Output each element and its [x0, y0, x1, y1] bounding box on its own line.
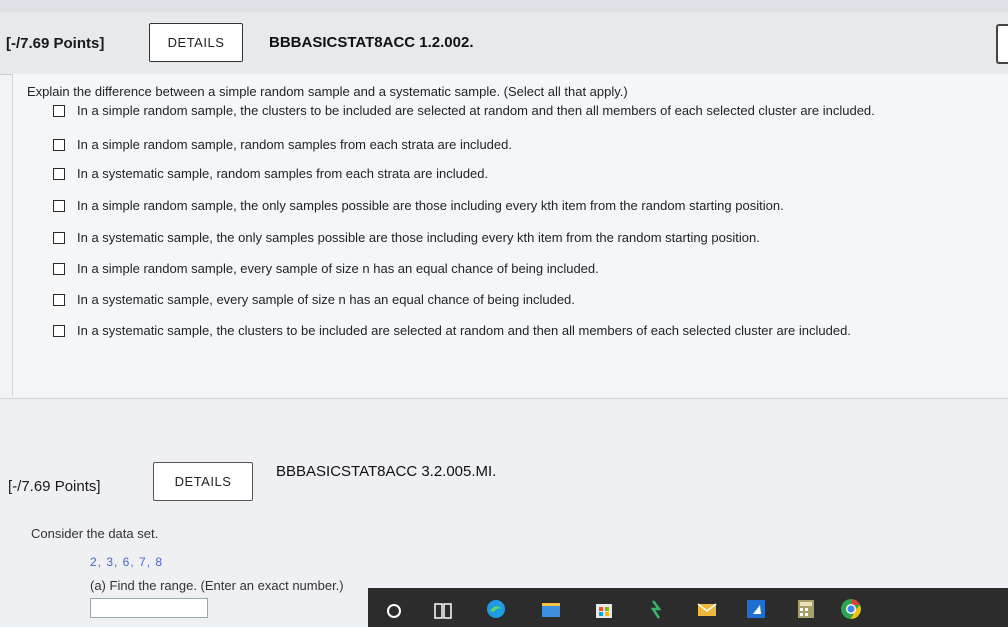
checkbox[interactable] — [53, 199, 65, 212]
points-label: [-/7.69 Points] — [8, 478, 101, 495]
option-label: In a simple random sample, random sample… — [77, 137, 512, 152]
search-icon[interactable] — [383, 598, 405, 620]
option-8[interactable]: In a systematic sample, the clusters to … — [53, 323, 851, 338]
checkbox[interactable] — [53, 231, 65, 244]
range-answer-input[interactable] — [90, 598, 208, 618]
option-label: In a simple random sample, every sample … — [77, 261, 599, 276]
option-label: In a systematic sample, the clusters to … — [77, 323, 851, 338]
data-set-values: 2, 3, 6, 7, 8 — [90, 555, 164, 569]
option-7[interactable]: In a systematic sample, every sample of … — [53, 292, 575, 307]
taskbar — [368, 588, 1008, 627]
checkbox[interactable] — [53, 262, 65, 275]
checkbox[interactable] — [53, 167, 65, 180]
question-code: BBBASICSTAT8ACC 1.2.002. — [269, 34, 474, 51]
question-prompt: Explain the difference between a simple … — [27, 84, 628, 99]
question-prompt: Consider the data set. — [31, 526, 159, 541]
option-5[interactable]: In a systematic sample, the only samples… — [53, 230, 760, 245]
calculator-icon[interactable] — [795, 598, 817, 620]
details-button[interactable]: DETAILS — [153, 462, 253, 501]
option-3[interactable]: In a systematic sample, random samples f… — [53, 166, 488, 181]
checkbox[interactable] — [53, 293, 65, 306]
option-label: In a systematic sample, every sample of … — [77, 292, 575, 307]
file-explorer-icon[interactable] — [540, 598, 562, 620]
points-label: [-/7.69 Points] — [6, 35, 105, 52]
app-icon[interactable] — [645, 598, 667, 620]
option-4[interactable]: In a simple random sample, the only samp… — [53, 198, 784, 213]
option-2[interactable]: In a simple random sample, random sample… — [53, 137, 512, 152]
option-1[interactable]: In a simple random sample, the clusters … — [53, 103, 875, 118]
task-view-icon[interactable] — [432, 598, 454, 620]
checkbox[interactable] — [53, 324, 65, 337]
checkbox[interactable] — [53, 138, 65, 151]
mail-icon[interactable] — [696, 598, 718, 620]
option-6[interactable]: In a simple random sample, every sample … — [53, 261, 599, 276]
answer-box-edge[interactable] — [996, 24, 1008, 64]
browser-top-strip — [0, 0, 1008, 12]
question-code: BBBASICSTAT8ACC 3.2.005.MI. — [276, 463, 497, 480]
option-label: In a simple random sample, the clusters … — [77, 103, 875, 118]
details-button[interactable]: DETAILS — [149, 23, 243, 62]
option-label: In a systematic sample, random samples f… — [77, 166, 489, 181]
store-icon[interactable] — [593, 598, 615, 620]
part-a-prompt: (a) Find the range. (Enter an exact numb… — [90, 578, 344, 593]
option-label: In a simple random sample, the only samp… — [77, 198, 784, 213]
edge-icon[interactable] — [485, 598, 507, 620]
checkbox[interactable] — [53, 104, 65, 117]
app-icon[interactable] — [745, 598, 767, 620]
option-label: In a systematic sample, the only samples… — [77, 230, 760, 245]
chrome-icon[interactable] — [840, 598, 862, 620]
